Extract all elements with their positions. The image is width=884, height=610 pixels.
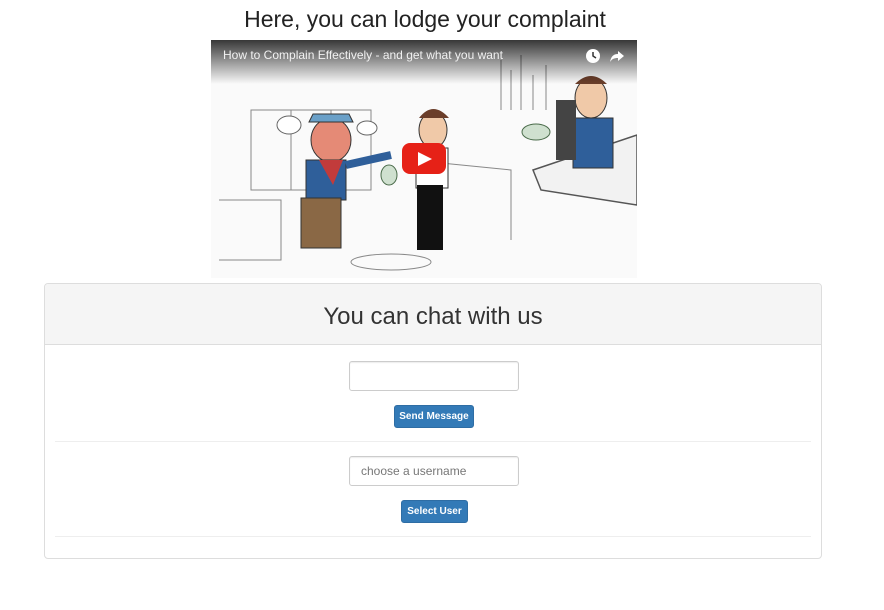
chat-heading: You can chat with us bbox=[323, 303, 543, 330]
select-user-button[interactable]: Select User bbox=[401, 500, 468, 523]
play-icon bbox=[418, 152, 432, 166]
send-message-button[interactable]: Send Message bbox=[394, 405, 474, 428]
clock-icon[interactable] bbox=[585, 48, 601, 64]
video-player[interactable]: How to Complain Effectively - and get wh… bbox=[211, 40, 637, 278]
share-icon[interactable] bbox=[609, 48, 625, 64]
divider bbox=[55, 441, 811, 442]
video-title[interactable]: How to Complain Effectively - and get wh… bbox=[223, 48, 503, 62]
message-input[interactable] bbox=[349, 361, 519, 391]
username-input[interactable] bbox=[349, 456, 519, 486]
page-title: Here, you can lodge your complaint bbox=[244, 6, 606, 32]
chat-panel-heading: You can chat with us bbox=[45, 284, 821, 345]
chat-panel: You can chat with us Send Message Select… bbox=[44, 283, 822, 559]
video-title-bar bbox=[211, 40, 637, 84]
play-button[interactable] bbox=[402, 143, 446, 174]
divider bbox=[55, 536, 811, 537]
